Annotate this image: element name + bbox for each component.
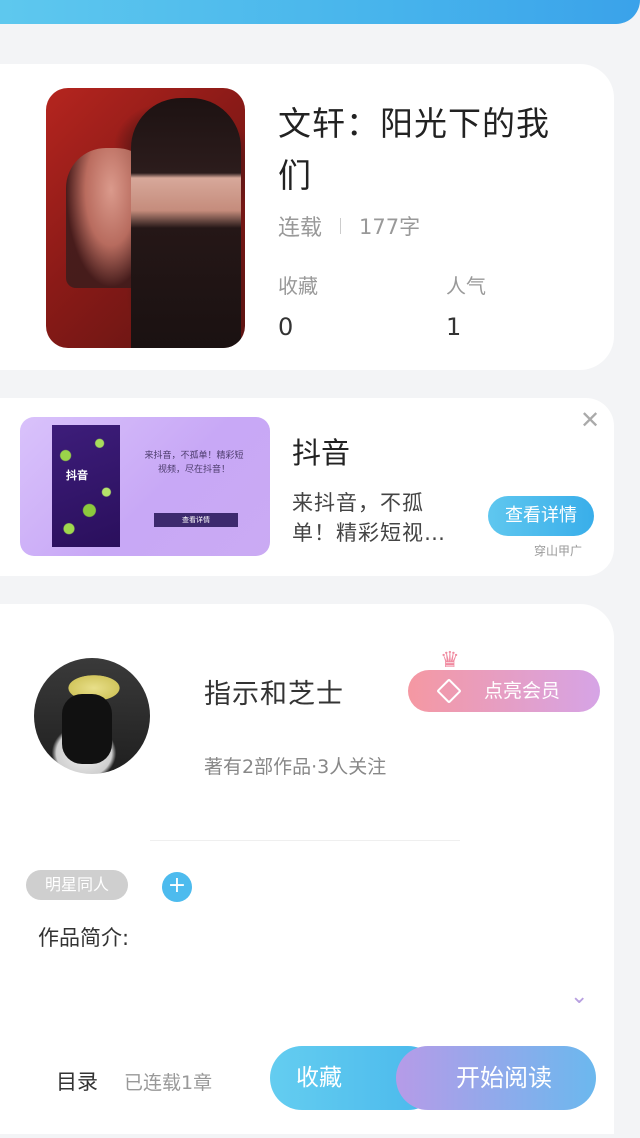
plus-icon[interactable]: + xyxy=(162,872,192,902)
book-meta: 连载 177字 xyxy=(278,210,420,242)
favorites-value: 0 xyxy=(278,313,294,341)
avatar[interactable] xyxy=(34,658,150,774)
diamond-icon xyxy=(436,678,462,704)
popularity-label: 人气 xyxy=(446,274,486,298)
popularity-stat: 人气 1 xyxy=(446,270,486,341)
ad-card[interactable]: 抖音 来抖音，不孤单！精彩短视频，尽在抖音！ 查看详情 抖音 来抖音，不孤单！精… xyxy=(0,398,614,576)
ad-detail-button[interactable]: 查看详情 xyxy=(488,496,594,536)
book-word-count: 177字 xyxy=(359,215,421,239)
ad-description: 来抖音，不孤单！精彩短视… xyxy=(292,491,446,545)
close-icon[interactable]: ✕ xyxy=(580,406,600,434)
vip-button-label: 点亮会员 xyxy=(484,680,561,702)
author-meta: 著有2部作品·3人关注 xyxy=(204,756,387,778)
popularity-value: 1 xyxy=(446,313,462,341)
chevron-down-icon[interactable]: ⌄ xyxy=(570,984,588,1009)
vip-button[interactable]: 点亮会员 xyxy=(408,670,600,712)
ad-image-text: 来抖音，不孤单！精彩短视频，尽在抖音！ xyxy=(144,451,244,475)
ad-image-button: 查看详情 xyxy=(154,513,238,527)
toc-status: 已连载1章 xyxy=(124,1072,213,1094)
ad-image[interactable]: 抖音 来抖音，不孤单！精彩短视频，尽在抖音！ 查看详情 xyxy=(20,417,270,556)
ad-phone-graphic xyxy=(52,425,120,547)
meta-separator xyxy=(340,218,342,234)
book-info-card: 文轩：阳光下的我们 连载 177字 收藏 0 人气 1 xyxy=(0,64,614,370)
favorites-label: 收藏 xyxy=(278,274,318,298)
favorites-stat: 收藏 0 xyxy=(278,270,318,341)
start-reading-button[interactable]: 开始阅读 xyxy=(396,1046,596,1110)
book-status: 连载 xyxy=(278,216,323,241)
ad-title: 抖音 xyxy=(292,436,351,470)
cover-figure-right xyxy=(131,98,241,348)
genre-tag[interactable]: 明星同人 xyxy=(26,870,128,900)
intro-label: 作品简介: xyxy=(38,926,130,950)
author-name[interactable]: 指示和芝士 xyxy=(204,672,344,711)
ad-image-logo: 抖音 xyxy=(66,469,88,482)
bottom-action-bar: 目录 已连载1章 收藏 开始阅读 xyxy=(20,1046,600,1110)
avatar-hair-shape xyxy=(62,694,112,764)
book-cover-image[interactable] xyxy=(46,88,245,348)
book-title: 文轩：阳光下的我们 xyxy=(278,104,550,195)
top-header-bar xyxy=(0,0,640,24)
ad-source-label: 穿山甲广 xyxy=(534,544,583,558)
divider xyxy=(150,840,460,841)
toc-button[interactable]: 目录 xyxy=(56,1066,98,1096)
